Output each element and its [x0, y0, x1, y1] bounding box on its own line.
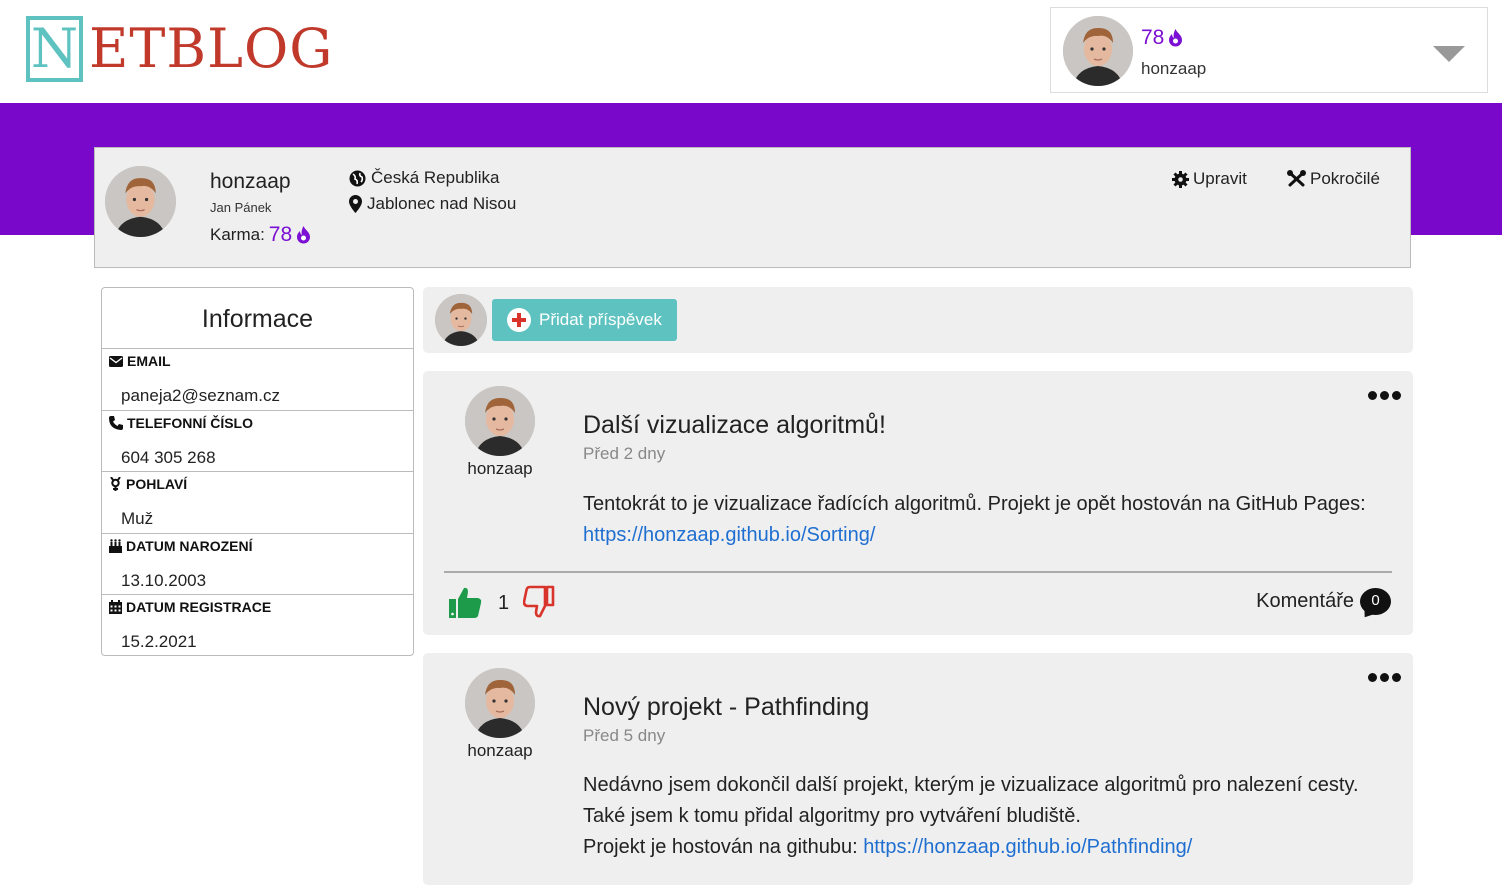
- profile-avatar: [105, 166, 176, 237]
- envelope-icon: [109, 355, 123, 367]
- info-label-text: DATUM REGISTRACE: [126, 599, 272, 616]
- post-author[interactable]: honzaap: [465, 459, 535, 479]
- post-time: Před 5 dny: [583, 726, 666, 745]
- info-row-registration: DATUM REGISTRACE 15.2.2021: [102, 595, 413, 657]
- post-body: Tentokrát to je vizualizace řadících alg…: [583, 489, 1408, 551]
- info-label-text: POHLAVÍ: [126, 476, 188, 493]
- comment-count-badge: 0: [1360, 588, 1391, 615]
- post-card: honzaap Nový projekt - Pathfinding Před …: [423, 653, 1413, 885]
- edit-label: Upravit: [1193, 169, 1247, 188]
- info-value: paneja2@seznam.cz: [121, 386, 281, 405]
- user-menu[interactable]: 78 honzaap: [1050, 7, 1488, 93]
- post-composer: Přidat příspěvek: [423, 287, 1413, 353]
- info-label-text: DATUM NAROZENÍ: [126, 537, 253, 554]
- thumbs-down-icon[interactable]: [523, 585, 555, 619]
- flame-icon: [297, 226, 311, 244]
- avatar: [435, 294, 487, 346]
- birthday-cake-icon: [109, 539, 122, 553]
- tools-icon: [1287, 170, 1306, 187]
- more-options-icon[interactable]: [1368, 673, 1401, 682]
- chevron-down-icon[interactable]: [1433, 46, 1465, 62]
- post-text-line: Projekt je hostován na githubu: https://…: [583, 832, 1408, 863]
- info-label: DATUM REGISTRACE: [109, 599, 271, 615]
- map-marker-icon: [349, 195, 362, 213]
- edit-profile-button[interactable]: Upravit: [1172, 169, 1247, 189]
- post-time: Před 2 dny: [583, 444, 666, 463]
- profile-username: honzaap: [210, 170, 291, 193]
- profile-city: Jablonec nad Nisou: [349, 194, 516, 214]
- post-author[interactable]: honzaap: [465, 741, 535, 761]
- info-row-email: EMAIL paneja2@seznam.cz: [102, 349, 413, 411]
- profile-card: honzaap Jan Pánek Karma: 78 Česká Republ…: [94, 147, 1411, 268]
- info-label: POHLAVÍ: [109, 476, 187, 492]
- calendar-icon: [109, 600, 122, 615]
- info-panel: Informace EMAIL paneja2@seznam.cz TELEFO…: [101, 287, 414, 656]
- post-title: Nový projekt - Pathfinding: [583, 693, 870, 721]
- comments-label: Komentáře: [1256, 590, 1354, 612]
- info-title: Informace: [102, 288, 413, 349]
- info-label: EMAIL: [109, 353, 171, 369]
- info-row-gender: POHLAVÍ Muž: [102, 472, 413, 534]
- info-label: TELEFONNÍ ČÍSLO: [109, 415, 253, 431]
- info-row-phone: TELEFONNÍ ČÍSLO 604 305 268: [102, 411, 413, 473]
- info-label: DATUM NAROZENÍ: [109, 538, 253, 554]
- plus-icon: [507, 308, 531, 332]
- profile-karma: Karma: 78: [210, 223, 311, 247]
- add-post-button[interactable]: Přidat příspěvek: [492, 299, 677, 341]
- info-label-text: TELEFONNÍ ČÍSLO: [127, 414, 253, 431]
- profile-full-name: Jan Pánek: [210, 200, 272, 215]
- info-value: Muž: [121, 509, 154, 529]
- like-count: 1: [498, 592, 510, 614]
- info-value: 15.2.2021: [121, 632, 197, 652]
- add-post-label: Přidat příspěvek: [539, 310, 662, 329]
- gender-icon: [110, 477, 121, 492]
- user-name: honzaap: [1141, 59, 1207, 78]
- advanced-settings-button[interactable]: Pokročilé: [1287, 169, 1380, 189]
- post-link[interactable]: https://honzaap.github.io/Pathfinding/: [863, 836, 1192, 858]
- post-text: Projekt je hostován na githubu:: [583, 836, 864, 858]
- thumbs-up-icon[interactable]: [448, 585, 482, 619]
- advanced-label: Pokročilé: [1310, 169, 1380, 188]
- post-text: Také jsem k tomu přidal algoritmy pro vy…: [583, 805, 1081, 827]
- flame-icon: [1169, 29, 1183, 47]
- post-avatar[interactable]: [465, 386, 535, 456]
- logo-text: ETBLOG: [89, 17, 334, 80]
- info-value: 13.10.2003: [121, 570, 207, 590]
- logo-letter-box: N: [26, 16, 83, 82]
- gear-icon: [1172, 170, 1189, 188]
- post-card: honzaap Další vizualizace algoritmů! Pře…: [423, 371, 1413, 635]
- post-text: Tentokrát to je vizualizace řadících alg…: [583, 493, 1366, 515]
- city-text: Jablonec nad Nisou: [367, 194, 517, 213]
- header: N ETBLOG 78 honzaap: [0, 0, 1502, 103]
- post-avatar[interactable]: [465, 668, 535, 738]
- post-footer: 1 Komentáře 0: [448, 585, 1391, 625]
- divider: [444, 571, 1392, 573]
- info-row-birthdate: DATUM NAROZENÍ 13.10.2003: [102, 534, 413, 596]
- post-title: Další vizualizace algoritmů!: [583, 411, 886, 439]
- more-options-icon[interactable]: [1368, 391, 1401, 400]
- netblog-logo[interactable]: N ETBLOG: [26, 16, 333, 82]
- profile-country: Česká Republika: [349, 168, 500, 188]
- info-value: 604 305 268: [121, 447, 216, 467]
- post-link[interactable]: https://honzaap.github.io/Sorting/: [583, 524, 875, 546]
- post-text: Nedávno jsem dokončil další projekt, kte…: [583, 774, 1359, 796]
- info-label-text: EMAIL: [127, 353, 171, 369]
- karma-label: Karma:: [210, 225, 265, 244]
- user-karma-value: 78: [1141, 26, 1165, 49]
- user-karma: 78: [1141, 26, 1183, 50]
- karma-value: 78: [268, 223, 293, 246]
- globe-icon: [349, 170, 366, 186]
- post-body: Nedávno jsem dokončil další projekt, kte…: [583, 770, 1408, 863]
- country-text: Česká Republika: [371, 168, 500, 187]
- phone-icon: [109, 415, 123, 430]
- avatar: [1063, 16, 1133, 86]
- comments-button[interactable]: Komentáře 0: [1256, 588, 1391, 615]
